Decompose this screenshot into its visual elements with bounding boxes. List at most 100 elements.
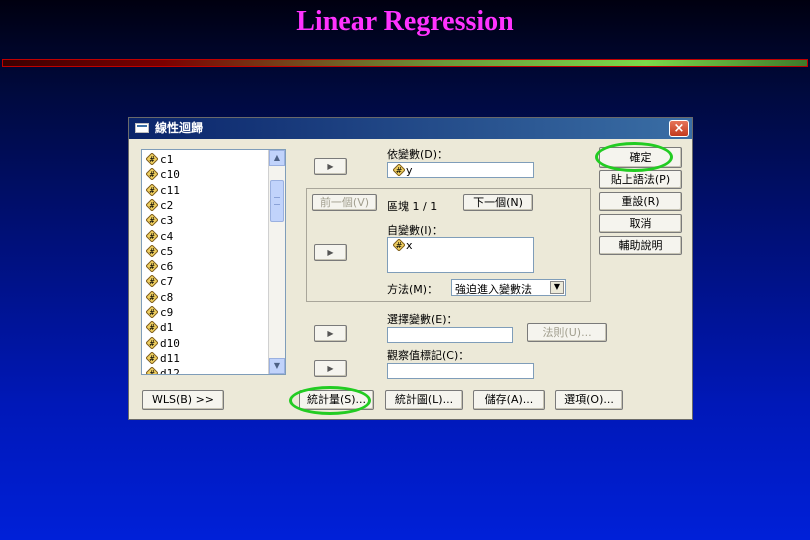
chevron-down-icon[interactable]: ▼ bbox=[550, 281, 564, 294]
svg-text:#: # bbox=[150, 354, 155, 363]
next-block-button[interactable]: 下一個(N) bbox=[463, 194, 533, 211]
variable-list[interactable]: # c1 # c10 # c11 # c2 # c3 # c4 # c5 # c6 # c7 # c8 # c9 # d1 # d… bbox=[141, 149, 286, 375]
case-labels-label: 觀察值標記(C)： bbox=[387, 349, 470, 362]
variable-list-item[interactable]: # c8 bbox=[146, 290, 173, 305]
variable-list-item[interactable]: # d1 bbox=[146, 320, 173, 335]
variable-list-item[interactable]: # c6 bbox=[146, 259, 173, 274]
variable-name: c9 bbox=[160, 306, 174, 319]
svg-text:#: # bbox=[150, 170, 155, 179]
block-indicator: 區塊 1 / 1 bbox=[387, 200, 438, 213]
rule-button[interactable]: 法則(U)... bbox=[527, 323, 607, 342]
method-value: 強迫進入變數法 bbox=[455, 283, 532, 296]
scale-variable-icon: # bbox=[146, 351, 158, 364]
title-divider bbox=[2, 59, 808, 67]
variable-list-item[interactable]: # c3 bbox=[146, 213, 173, 228]
variable-list-item[interactable]: # c9 bbox=[146, 305, 173, 320]
scale-variable-icon: # bbox=[146, 153, 158, 165]
scale-variable-icon: # bbox=[146, 229, 158, 242]
move-to-dependent-button[interactable]: ▶ bbox=[314, 158, 347, 175]
variable-list-item[interactable]: # c2 bbox=[146, 198, 173, 213]
variable-name: c3 bbox=[160, 214, 174, 228]
variable-name: c1 bbox=[160, 153, 174, 166]
method-select[interactable]: 強迫進入變數法 ▼ bbox=[451, 279, 566, 296]
svg-text:#: # bbox=[150, 247, 155, 256]
svg-text:#: # bbox=[150, 232, 155, 241]
selection-variable-label: 選擇變數(E)： bbox=[387, 313, 458, 326]
save-button[interactable]: 儲存(A)... bbox=[473, 390, 545, 410]
scale-variable-icon: # bbox=[146, 321, 158, 334]
variable-list-item[interactable]: # d12 bbox=[146, 366, 180, 375]
variable-name: d11 bbox=[160, 351, 180, 365]
variable-list-scrollbar[interactable]: ▲ ▼ bbox=[268, 150, 285, 374]
scale-variable-icon: # bbox=[146, 336, 158, 349]
variable-list-item[interactable]: # c4 bbox=[146, 229, 173, 244]
dependent-field[interactable]: # y bbox=[387, 162, 534, 178]
independent-label: 自變數(I)： bbox=[387, 224, 443, 237]
statistics-button[interactable]: 統計量(S)... bbox=[299, 390, 374, 410]
variable-list-item[interactable]: # c5 bbox=[146, 244, 173, 259]
close-button[interactable]: × bbox=[669, 120, 689, 137]
independent-list[interactable]: # x bbox=[387, 237, 534, 273]
svg-text:#: # bbox=[150, 339, 155, 348]
svg-text:#: # bbox=[150, 186, 155, 195]
reset-button[interactable]: 重設(R) bbox=[599, 192, 682, 211]
variable-list-item[interactable]: # d11 bbox=[146, 351, 180, 366]
move-to-selection-button[interactable]: ▶ bbox=[314, 325, 347, 342]
svg-text:#: # bbox=[150, 369, 155, 375]
svg-text:#: # bbox=[150, 323, 155, 332]
cancel-button[interactable]: 取消 bbox=[599, 214, 682, 233]
variable-list-item[interactable]: # c11 bbox=[146, 183, 180, 198]
move-to-case-labels-button[interactable]: ▶ bbox=[314, 360, 347, 377]
scroll-thumb[interactable] bbox=[270, 180, 284, 222]
window-icon bbox=[135, 123, 149, 133]
scale-variable-icon: # bbox=[146, 290, 158, 303]
variable-name: c4 bbox=[160, 229, 174, 243]
scale-variable-icon: # bbox=[146, 306, 158, 318]
scroll-down-button[interactable]: ▼ bbox=[269, 358, 285, 374]
svg-text:#: # bbox=[396, 166, 403, 175]
scale-variable-icon: # bbox=[146, 214, 158, 227]
previous-block-button[interactable]: 前一個(V) bbox=[312, 194, 377, 211]
variable-list-item[interactable]: # d10 bbox=[146, 336, 180, 351]
svg-text:#: # bbox=[150, 201, 155, 210]
variable-name: c11 bbox=[160, 183, 180, 197]
ok-button[interactable]: 確定 bbox=[599, 147, 682, 168]
variable-name: c7 bbox=[160, 275, 174, 289]
scale-variable-icon: # bbox=[146, 260, 158, 273]
slide-title: Linear Regression bbox=[296, 6, 514, 37]
scale-variable-icon: # bbox=[146, 198, 158, 211]
help-button[interactable]: 輔助說明 bbox=[599, 236, 682, 255]
independent-value: # x bbox=[393, 239, 413, 252]
svg-text:#: # bbox=[396, 241, 403, 250]
case-labels-field[interactable] bbox=[387, 363, 534, 379]
scale-variable-icon: # bbox=[146, 244, 158, 257]
svg-text:#: # bbox=[150, 308, 155, 317]
paste-syntax-button[interactable]: 貼上語法(P) bbox=[599, 170, 682, 189]
wls-button[interactable]: WLS(B) >> bbox=[142, 390, 224, 410]
variable-list-item[interactable]: # c1 bbox=[146, 152, 173, 167]
scale-variable-icon: # bbox=[146, 168, 158, 181]
dependent-value: # y bbox=[393, 164, 413, 177]
variable-list-item[interactable]: # c10 bbox=[146, 167, 180, 182]
variable-name: d10 bbox=[160, 336, 180, 350]
svg-text:#: # bbox=[150, 216, 155, 225]
variable-name: c8 bbox=[160, 290, 174, 304]
svg-text:#: # bbox=[150, 262, 155, 271]
dialog-title: 線性迴歸 bbox=[155, 121, 204, 135]
scroll-up-button[interactable]: ▲ bbox=[269, 150, 285, 166]
plots-button[interactable]: 統計圖(L)... bbox=[385, 390, 463, 410]
variable-name: c10 bbox=[160, 168, 180, 182]
options-button[interactable]: 選項(O)... bbox=[555, 390, 623, 410]
variable-name: c5 bbox=[160, 244, 174, 258]
scale-variable-icon: # bbox=[146, 275, 158, 288]
selection-variable-field[interactable] bbox=[387, 327, 513, 343]
dialog-titlebar: 線性迴歸 × bbox=[129, 118, 692, 139]
scale-variable-icon: # bbox=[393, 164, 405, 176]
linear-regression-dialog: 線性迴歸 × # c1 # c10 # c11 # c2 # c3 # c4 # c5 # c6 # c7 # c8 #… bbox=[128, 117, 693, 420]
svg-text:#: # bbox=[150, 277, 155, 286]
svg-text:#: # bbox=[150, 155, 155, 164]
dependent-label: 依變數(D)： bbox=[387, 148, 449, 161]
method-label: 方法(M)： bbox=[387, 283, 439, 296]
variable-list-item[interactable]: # c7 bbox=[146, 274, 173, 289]
variable-name: d12 bbox=[160, 367, 180, 375]
